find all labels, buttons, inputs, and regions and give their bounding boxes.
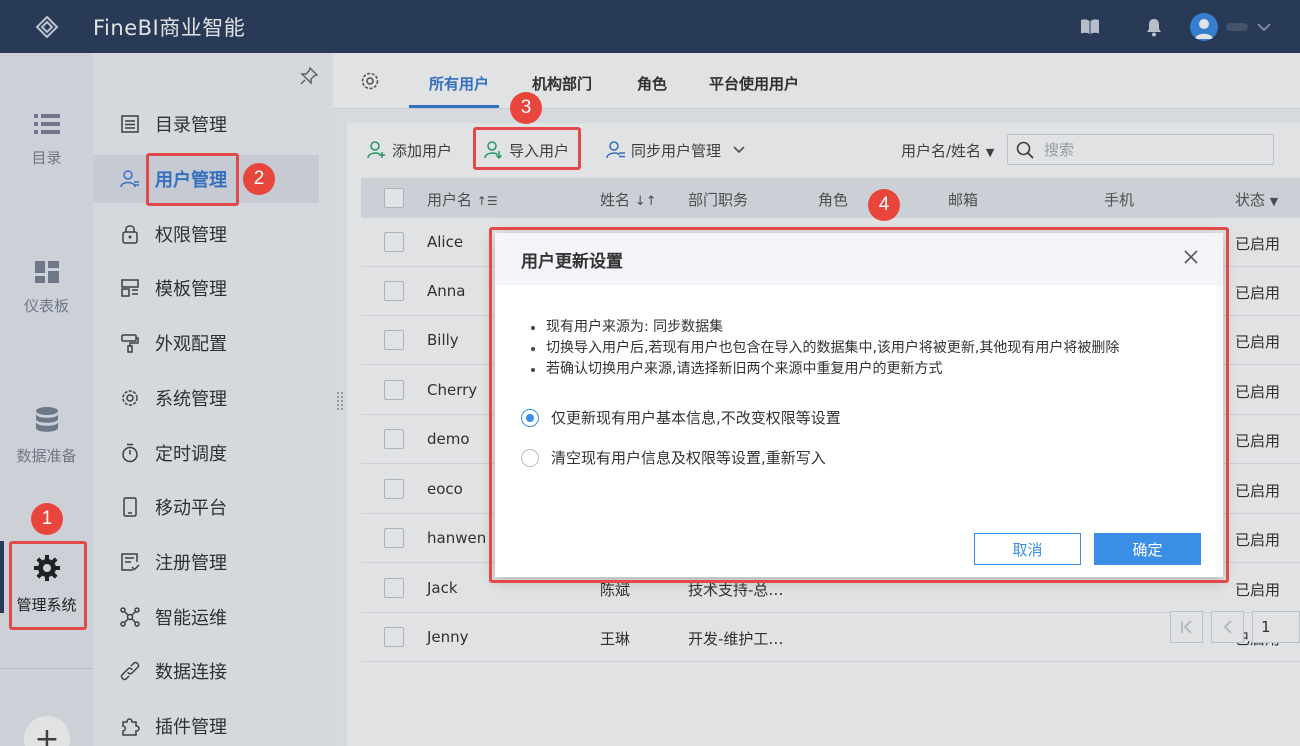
annotation-number: 4 <box>868 189 900 221</box>
annotation-number: 1 <box>31 503 63 535</box>
annotation-number: 2 <box>243 163 275 195</box>
annotation-box-user-mgmt <box>146 153 239 206</box>
annotation-box-admin <box>9 541 87 630</box>
annotation-box-dialog <box>489 227 1229 583</box>
annotation-number: 3 <box>510 92 542 124</box>
annotation-box-import <box>473 127 581 170</box>
